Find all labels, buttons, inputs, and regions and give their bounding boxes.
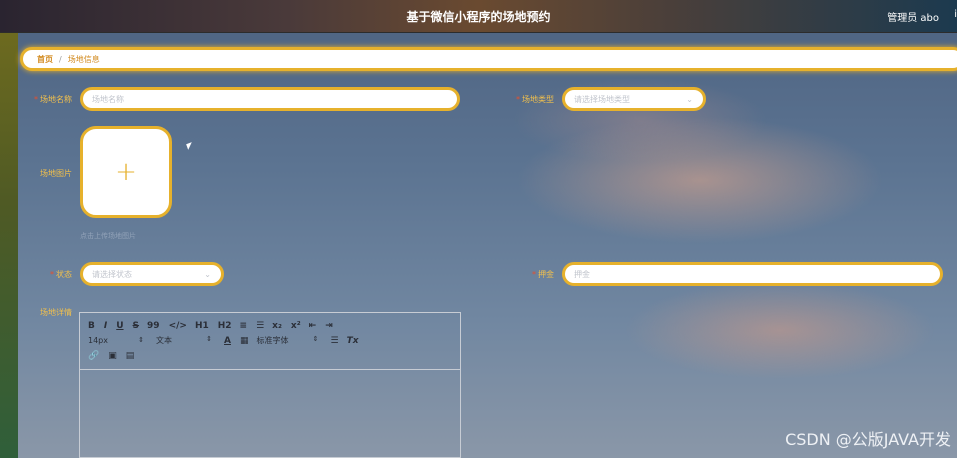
- font-size-select[interactable]: 14px ⇕: [88, 336, 144, 345]
- chevron-down-icon: ⌄: [686, 95, 693, 104]
- deposit-placeholder: 押金: [574, 269, 590, 279]
- align-icon[interactable]: ☰: [330, 336, 338, 346]
- editor-toolbar: B I U S 99 </> H1 H2 ≡ ☰ x₂ x² ⇤ ⇥ 14px ⇕…: [80, 313, 460, 370]
- superscript-button[interactable]: x²: [291, 321, 301, 331]
- bullet-list-button[interactable]: ☰: [256, 321, 264, 331]
- venue-name-placeholder: 场地名称: [92, 94, 124, 104]
- italic-button[interactable]: I: [104, 321, 107, 331]
- rich-text-editor: B I U S 99 </> H1 H2 ≡ ☰ x₂ x² ⇤ ⇥ 14px ⇕…: [79, 312, 461, 458]
- video-icon[interactable]: ▤: [126, 351, 135, 361]
- details-label: 场地详情: [40, 308, 72, 317]
- status-select[interactable]: 请选择状态 ⌄: [80, 262, 224, 286]
- toolbar-row-1: B I U S 99 </> H1 H2 ≡ ☰ x₂ x² ⇤ ⇥: [88, 318, 452, 333]
- venue-type-label: * 场地类型: [516, 95, 554, 104]
- deposit-label: * 押金: [532, 270, 554, 279]
- chevron-updown-icon: ⇕: [138, 336, 144, 344]
- venue-name-label: * 场地名称: [34, 95, 72, 104]
- watermark: CSDN @公版JAVA开发: [785, 430, 951, 449]
- editor-content-area[interactable]: [80, 370, 460, 458]
- status-placeholder: 请选择状态: [92, 269, 132, 279]
- outdent-button[interactable]: ⇤: [309, 321, 317, 331]
- plus-icon: +: [115, 157, 137, 187]
- indent-button[interactable]: ⇥: [325, 321, 333, 331]
- link-icon[interactable]: 🔗: [88, 351, 99, 361]
- image-icon[interactable]: ▣: [108, 351, 117, 361]
- clear-format-icon[interactable]: Tx: [347, 336, 359, 346]
- breadcrumb: 首页 / 场地信息: [20, 47, 957, 71]
- chevron-down-icon: ⌄: [204, 270, 211, 279]
- toolbar-row-3: 🔗 ▣ ▤: [88, 348, 452, 363]
- bold-button[interactable]: B: [88, 321, 95, 331]
- ordered-list-button[interactable]: ≡: [240, 321, 248, 331]
- venue-type-placeholder: 请选择场地类型: [574, 94, 630, 104]
- breadcrumb-separator: /: [59, 54, 62, 64]
- venue-type-select[interactable]: 请选择场地类型 ⌄: [562, 87, 706, 111]
- deposit-input[interactable]: 押金: [562, 262, 943, 286]
- underline-button[interactable]: U: [116, 321, 123, 331]
- quote-button[interactable]: 99: [147, 321, 160, 331]
- text-style-select[interactable]: 文本 ⇕: [156, 335, 212, 346]
- strike-button[interactable]: S: [133, 321, 139, 331]
- left-decoration: [0, 32, 18, 458]
- app-title: 基于微信小程序的场地预约: [406, 10, 551, 24]
- font-family-select[interactable]: 标准字体 ⇕: [256, 335, 318, 346]
- breadcrumb-current: 场地信息: [67, 54, 100, 64]
- venue-image-label: 场地图片: [40, 169, 72, 178]
- admin-user-label[interactable]: 管理员 abo: [887, 9, 939, 24]
- venue-name-input[interactable]: 场地名称: [80, 87, 460, 111]
- image-upload-button[interactable]: +: [80, 126, 172, 218]
- background-color-icon[interactable]: ▦: [240, 336, 249, 346]
- code-block-button[interactable]: </>: [169, 321, 187, 331]
- chevron-updown-icon: ⇕: [206, 335, 212, 343]
- top-bar: 基于微信小程序的场地预约 管理员 abo i: [0, 0, 957, 33]
- upload-hint: 点击上传场地图片: [80, 232, 136, 240]
- font-color-icon[interactable]: A: [224, 336, 231, 346]
- heading2-button[interactable]: H2: [218, 321, 232, 331]
- subscript-button[interactable]: x₂: [272, 321, 282, 331]
- chevron-updown-icon: ⇕: [312, 335, 319, 343]
- breadcrumb-home-link[interactable]: 首页: [37, 54, 53, 65]
- toolbar-row-2: 14px ⇕ 文本 ⇕ A ▦ 标准字体 ⇕ ☰ Tx: [88, 333, 452, 348]
- status-label: * 状态: [50, 270, 72, 279]
- heading1-button[interactable]: H1: [195, 321, 209, 331]
- mouse-cursor-icon: [186, 142, 194, 150]
